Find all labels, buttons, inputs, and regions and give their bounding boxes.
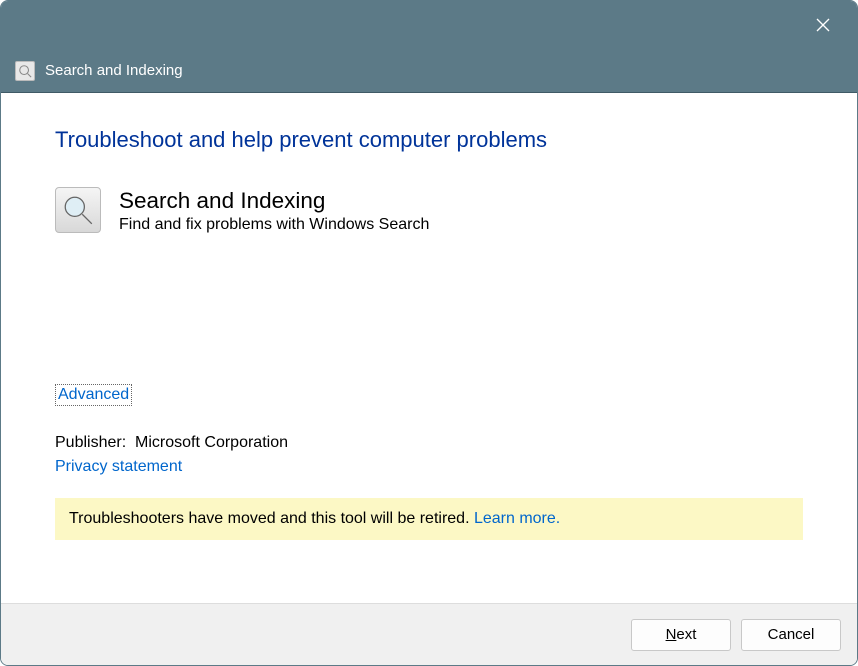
next-button[interactable]: Next <box>631 619 731 651</box>
titlebar-sub: Search and Indexing <box>1 49 857 93</box>
cancel-button[interactable]: Cancel <box>741 619 841 651</box>
footer-bar: Next Cancel <box>1 603 857 665</box>
search-indexing-icon <box>55 187 101 233</box>
next-label-rest: ext <box>676 626 696 643</box>
content-area: Troubleshoot and help prevent computer p… <box>1 93 857 603</box>
troubleshooter-window: Search and Indexing Troubleshoot and hel… <box>0 0 858 666</box>
retirement-notice: Troubleshooters have moved and this tool… <box>55 498 803 540</box>
close-button[interactable] <box>803 5 843 45</box>
notice-text: Troubleshooters have moved and this tool… <box>69 510 474 527</box>
publisher-value: Microsoft Corporation <box>135 434 288 451</box>
privacy-statement-link[interactable]: Privacy statement <box>55 458 182 476</box>
publisher-line: Publisher: Microsoft Corporation <box>55 434 803 452</box>
page-heading: Troubleshoot and help prevent computer p… <box>55 127 803 153</box>
learn-more-link[interactable]: Learn more. <box>474 510 560 527</box>
window-title: Search and Indexing <box>45 62 183 79</box>
publisher-label: Publisher: <box>55 434 126 451</box>
troubleshooter-title-icon <box>15 61 35 81</box>
troubleshooter-text: Search and Indexing Find and fix problem… <box>119 187 429 234</box>
titlebar-top <box>1 1 857 49</box>
advanced-link[interactable]: Advanced <box>55 384 132 406</box>
troubleshooter-row: Search and Indexing Find and fix problem… <box>55 187 803 234</box>
troubleshooter-description: Find and fix problems with Windows Searc… <box>119 216 429 234</box>
troubleshooter-title: Search and Indexing <box>119 187 429 214</box>
close-icon <box>815 17 831 33</box>
